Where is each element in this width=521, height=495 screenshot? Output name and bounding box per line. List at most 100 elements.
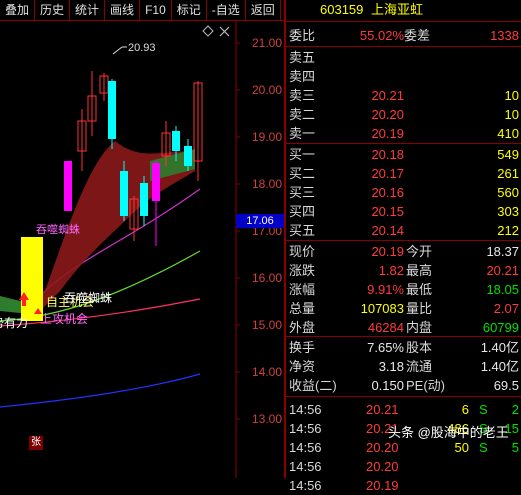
stat-value: 18.37: [486, 244, 519, 259]
tick-time: 14:56: [289, 459, 322, 474]
bid-volume: 212: [497, 223, 519, 238]
bid-volume: 261: [497, 166, 519, 181]
tick-time: 14:56: [289, 421, 322, 436]
fundamental-row: 收益(二) 0.150 PE(动) 69.5: [286, 376, 521, 395]
stock-name: 上海亚虹: [371, 2, 424, 17]
candle-body: [184, 146, 192, 166]
stat-value: 9.91%: [367, 282, 404, 297]
tick-time: 14:56: [289, 402, 322, 417]
fundamental-label: 换手: [289, 340, 316, 355]
tick-count: 2: [511, 402, 519, 417]
price-tick-label: 16.00: [252, 271, 282, 285]
fundamental-label: 流通: [406, 359, 433, 374]
stock-header: 603159 上海亚虹: [286, 0, 521, 20]
watermark: 头条 @股海中的老王: [388, 425, 509, 440]
tick-row[interactable]: 14:56 20.19: [286, 476, 521, 495]
draw-line-button[interactable]: 画线: [105, 0, 141, 20]
diamond-icon[interactable]: [202, 25, 214, 37]
chart-toolbar: 叠加 历史 统计 画线 F10 标记 -自选 返回: [0, 0, 284, 21]
ask-volume: 10: [504, 107, 519, 122]
tick-row[interactable]: 14:56 20.20: [286, 457, 521, 476]
candle-body: [152, 163, 160, 201]
stat-value: 20.19: [371, 244, 404, 259]
price-tick-label: 18.00: [252, 177, 282, 191]
tick-price: 20.20: [366, 459, 399, 474]
stat-value: 20.21: [486, 263, 519, 278]
candlestick-chart[interactable]: 21.0020.0019.0018.0017.0016.0015.0014.00…: [0, 21, 284, 478]
fundamental-value: 69.5: [493, 378, 519, 393]
ask-price: 20.21: [371, 88, 404, 103]
candle-body: [172, 131, 180, 151]
tick-count: 5: [511, 440, 519, 455]
fundamental-value: 1.40亿: [480, 359, 519, 374]
bid-label: 买四: [289, 204, 316, 219]
high-price-label: 20.93: [128, 42, 156, 54]
mark-button[interactable]: 标记: [172, 0, 207, 20]
stat-label: 量比: [406, 301, 433, 316]
history-button[interactable]: 历史: [35, 0, 71, 20]
stock-code: 603159: [320, 2, 364, 17]
ask-row[interactable]: 卖一 20.19 410: [286, 124, 521, 143]
stat-label: 外盘: [289, 320, 316, 335]
stat-value: 46284: [367, 320, 404, 335]
bid-row[interactable]: 买一 20.18 549: [286, 145, 521, 164]
tick-row[interactable]: 14:56 20.21 6 S 2: [286, 400, 521, 419]
ask-row[interactable]: 卖三 20.21 10: [286, 86, 521, 105]
bid-price: 20.15: [371, 204, 404, 219]
bid-label: 买一: [289, 147, 316, 162]
ask-volume: 10: [504, 88, 519, 103]
price-tick-label: 21.00: [252, 36, 282, 50]
overlay-button[interactable]: 叠加: [0, 0, 36, 20]
stat-label: 涨幅: [289, 282, 316, 297]
ask-row[interactable]: 卖五: [286, 48, 521, 67]
stat-label: 内盘: [406, 320, 433, 335]
ask-price: 20.20: [371, 107, 404, 122]
bid-row[interactable]: 买五 20.14 212: [286, 221, 521, 240]
statistics-button[interactable]: 统计: [70, 0, 106, 20]
bid-row[interactable]: 买二 20.17 261: [286, 164, 521, 183]
bid-row[interactable]: 买四 20.15 303: [286, 202, 521, 221]
bid-label: 买五: [289, 223, 316, 238]
current-price-tag: 17.06: [236, 214, 284, 228]
bid-volume: 303: [497, 204, 519, 219]
tick-price: 20.21: [366, 402, 399, 417]
back-button[interactable]: 返回: [246, 0, 281, 20]
stat-label: 总量: [289, 301, 316, 316]
stat-value: 1.82: [378, 263, 404, 278]
fundamental-row: 净资 3.18 流通 1.40亿: [286, 357, 521, 376]
annotation-3: 蓄势有力: [0, 316, 28, 330]
fundamental-label: 收益(二): [289, 378, 337, 393]
f10-button[interactable]: F10: [140, 0, 172, 20]
bid-volume: 560: [497, 185, 519, 200]
tick-time: 14:56: [289, 440, 322, 455]
tick-price: 20.19: [366, 478, 399, 493]
tick-time: 14:56: [289, 478, 322, 493]
rise-badge: 张: [29, 436, 43, 450]
stat-label: 涨跌: [289, 263, 316, 278]
stat-row: 涨跌 1.82 最高 20.21: [286, 261, 521, 280]
fundamental-value: 7.65%: [367, 340, 404, 355]
bid-price: 20.17: [371, 166, 404, 181]
fundamental-value: 1.40亿: [480, 340, 519, 355]
candle-body: [108, 81, 116, 139]
fundamental-label: PE(动): [406, 378, 446, 393]
annotation-1: 吞噬蜘蛛: [36, 222, 80, 236]
ask-volume: 410: [497, 126, 519, 141]
ask-row[interactable]: 卖二 20.20 10: [286, 105, 521, 124]
ask-label: 卖二: [289, 107, 316, 122]
ask-row[interactable]: 卖四: [286, 67, 521, 86]
ask-label: 卖一: [289, 126, 316, 141]
stat-label: 今开: [406, 244, 433, 259]
fundamental-label: 净资: [289, 359, 316, 374]
candle-body: [140, 183, 148, 216]
annotation-5: 吞噬蜘蛛: [64, 290, 112, 305]
close-icon[interactable]: [219, 26, 230, 37]
bid-price: 20.16: [371, 185, 404, 200]
bid-label: 买三: [289, 185, 316, 200]
bid-price: 20.14: [371, 223, 404, 238]
remove-favorite-button[interactable]: -自选: [207, 0, 246, 20]
ma-line-long: [0, 373, 201, 408]
stat-label: 最高: [406, 263, 433, 278]
bid-label: 买二: [289, 166, 316, 181]
bid-row[interactable]: 买三 20.16 560: [286, 183, 521, 202]
